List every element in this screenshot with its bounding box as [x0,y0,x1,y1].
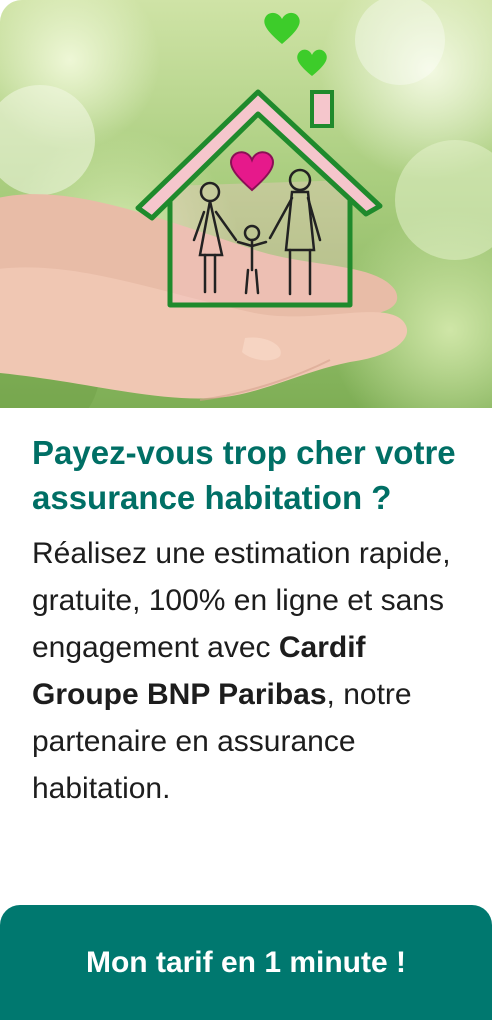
promo-card: Payez-vous trop cher votre assurance hab… [0,0,492,1020]
green-heart-icon [297,49,327,76]
get-quote-button[interactable]: Mon tarif en 1 minute ! [0,905,492,1020]
promo-content: Payez-vous trop cher votre assurance hab… [32,430,472,812]
promo-description-intro: Réalisez une estimation rapide, gratuite… [32,537,451,664]
house-icon [135,89,383,308]
promo-headline: Payez-vous trop cher votre assurance hab… [32,434,456,516]
hero-image [0,0,492,408]
promo-description: Réalisez une estimation rapide, gratuite… [32,530,472,812]
green-heart-icon [264,12,300,44]
hands-house-illustration [0,0,492,408]
